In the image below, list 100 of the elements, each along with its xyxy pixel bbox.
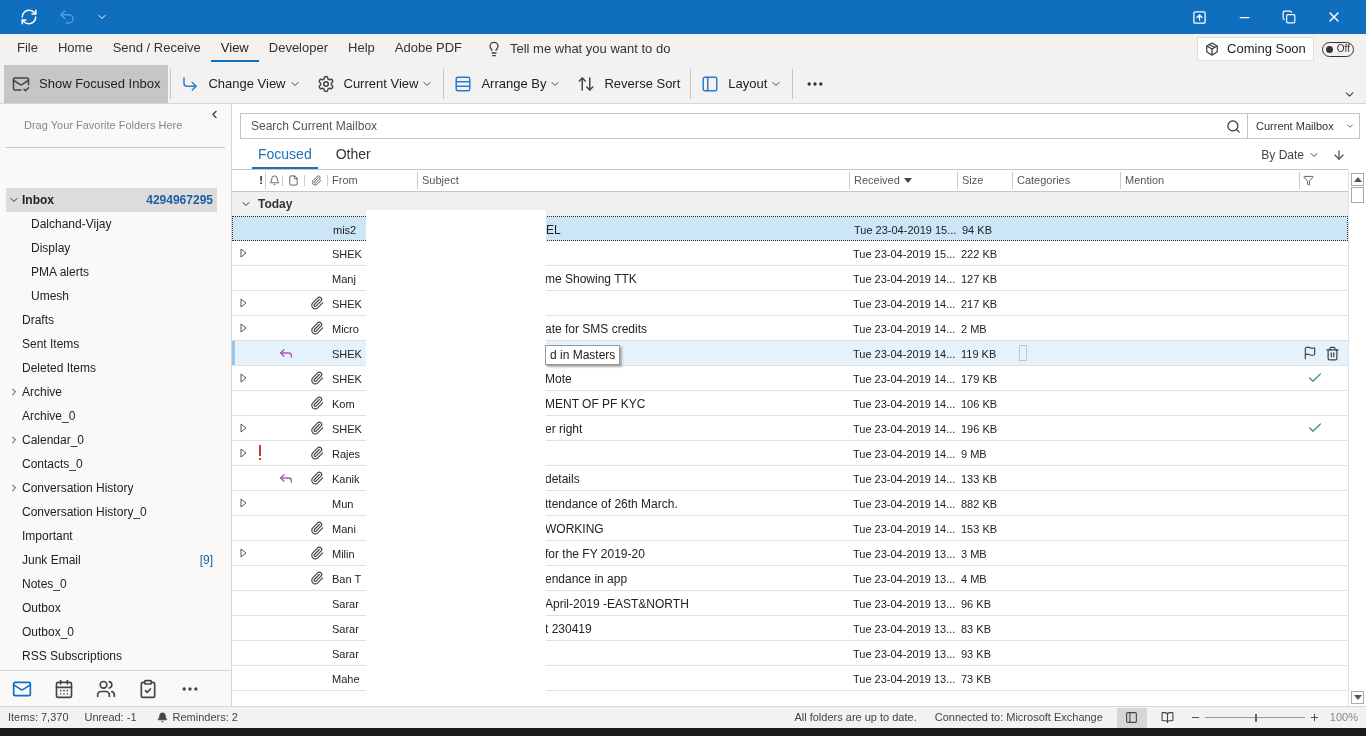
sender-cell: Sarar xyxy=(332,623,359,635)
received-cell: Tue 23-04-2019 14... xyxy=(853,473,956,485)
people-icon[interactable] xyxy=(96,678,116,699)
scope-dropdown[interactable]: Current Mailbox xyxy=(1248,113,1360,139)
folder-item[interactable]: Calendar_0 xyxy=(6,428,217,452)
expand-triangle-icon[interactable] xyxy=(239,323,247,333)
folder-item[interactable]: Deleted Items xyxy=(6,356,217,380)
folder-item[interactable]: Umesh xyxy=(6,284,217,308)
column-header[interactable]: Mention xyxy=(1121,172,1300,189)
column-header[interactable]: Size xyxy=(958,172,1013,189)
zoom-in-icon[interactable] xyxy=(1308,712,1320,723)
subject-cell: ate for SMS credits xyxy=(545,322,648,336)
menu-tab[interactable]: Home xyxy=(47,36,103,62)
ribbon-button[interactable]: Layout xyxy=(693,64,791,103)
folder-item[interactable]: Conversation History_0 xyxy=(6,500,217,524)
subject-cell: ttendance of 26th March. xyxy=(545,497,678,511)
folder-item[interactable]: Junk Email [9] xyxy=(6,548,217,572)
reminders-count[interactable]: Reminders: 2 xyxy=(172,709,238,726)
expand-triangle-icon[interactable] xyxy=(239,423,247,433)
column-header[interactable]: Subject xyxy=(418,172,850,189)
flag-icon[interactable] xyxy=(1303,346,1317,360)
zoom-thumb[interactable] xyxy=(1254,713,1257,722)
scroll-down-button[interactable] xyxy=(1351,691,1364,704)
received-cell: Tue 23-04-2019 13... xyxy=(853,648,956,660)
expand-triangle-icon[interactable] xyxy=(239,498,247,508)
list-tab[interactable]: Other xyxy=(329,141,377,169)
sort-dropdown[interactable]: By Date xyxy=(1261,141,1320,169)
sender-cell: Sarar xyxy=(332,598,359,610)
sender-cell: Kom xyxy=(332,398,355,410)
folder-item[interactable]: RSS Subscriptions xyxy=(6,644,217,668)
sender-cell: Manj xyxy=(332,273,356,285)
zoom-slider[interactable] xyxy=(1204,712,1305,723)
folder-item[interactable]: Inbox 4294967295 xyxy=(6,188,217,212)
column-header[interactable]: From xyxy=(328,172,418,189)
refresh-icon[interactable] xyxy=(20,8,38,26)
restore-icon[interactable] xyxy=(1282,10,1296,24)
reading-view-icon[interactable] xyxy=(1160,711,1174,724)
size-cell: 217 KB xyxy=(961,298,998,310)
menu-tab[interactable]: File xyxy=(7,36,48,62)
list-tab[interactable]: Focused xyxy=(252,141,318,169)
scroll-thumb[interactable] xyxy=(1351,187,1364,203)
column-header[interactable]: Received xyxy=(850,172,958,189)
column-header[interactable]: Categories xyxy=(1013,172,1121,189)
ribbon-button[interactable]: Arrange By xyxy=(446,64,570,103)
folder-item[interactable]: PMA alerts xyxy=(6,260,217,284)
ribbon-button[interactable]: Current View xyxy=(308,64,442,103)
menu-tab[interactable]: View xyxy=(210,36,259,62)
ribbon-button[interactable]: Show Focused Inbox xyxy=(4,64,169,103)
subject-cell: WORKING xyxy=(545,522,604,536)
folder-item[interactable]: Archive xyxy=(6,380,217,404)
ribbon-button[interactable]: Reverse Sort xyxy=(569,64,689,103)
sender-cell: mis2 xyxy=(333,223,357,236)
subject-cell: April-2019 -EAST&NORTH xyxy=(545,597,689,611)
flag-header-icon[interactable] xyxy=(1303,175,1314,186)
folder-item[interactable]: Important xyxy=(6,524,217,548)
tell-me-field[interactable]: Tell me what you want to do xyxy=(510,39,760,59)
connection-status: Connected to: Microsoft Exchange xyxy=(934,710,1103,726)
menu-tab[interactable]: Help xyxy=(338,36,385,62)
folder-item[interactable]: Contacts_0 xyxy=(6,452,217,476)
scroll-up-button[interactable] xyxy=(1351,173,1364,186)
menu-tab[interactable]: Adobe PDF xyxy=(384,36,472,62)
folder-item[interactable]: Archive_0 xyxy=(6,404,217,428)
item-type-header-icon[interactable] xyxy=(288,175,299,186)
folder-item[interactable]: Dalchand-Vijay xyxy=(6,212,217,236)
expand-triangle-icon[interactable] xyxy=(239,448,247,458)
ribbon-button[interactable]: Change View xyxy=(173,64,309,103)
search-icon[interactable] xyxy=(1226,118,1241,134)
menu-tab[interactable]: Developer xyxy=(258,36,339,62)
attachment-icon xyxy=(309,371,324,385)
scrollbar[interactable] xyxy=(1348,169,1366,706)
tasks-icon[interactable] xyxy=(138,678,158,699)
expand-triangle-icon[interactable] xyxy=(239,298,247,308)
size-cell: 153 KB xyxy=(961,523,998,535)
favorites-hint: Drag Your Favorite Folders Here xyxy=(24,118,183,134)
group-header[interactable]: Today xyxy=(232,192,1348,216)
subject-cell: me Showing TTK xyxy=(545,272,637,286)
calendar-icon[interactable] xyxy=(54,678,74,699)
folder-item[interactable]: Sent Items xyxy=(6,332,217,356)
expand-triangle-icon[interactable] xyxy=(239,248,247,258)
delete-icon[interactable] xyxy=(1325,345,1340,361)
normal-view-button[interactable] xyxy=(1116,707,1147,728)
sort-direction-icon[interactable] xyxy=(1332,148,1346,162)
folder-item[interactable]: Notes_0 xyxy=(6,572,217,596)
folder-item[interactable]: Conversation History xyxy=(6,476,217,500)
expand-triangle-icon[interactable] xyxy=(239,548,247,558)
folder-item[interactable]: Outbox xyxy=(6,596,217,620)
folder-item[interactable]: Outbox_0 xyxy=(6,620,217,644)
folder-item[interactable]: Drafts xyxy=(6,308,217,332)
importance-header[interactable]: ! xyxy=(254,172,266,189)
size-cell: 83 KB xyxy=(961,623,991,635)
size-cell: 133 KB xyxy=(961,473,998,485)
coming-soon-button[interactable]: Coming Soon xyxy=(1197,37,1314,61)
ribbon-display-icon[interactable] xyxy=(1192,9,1207,25)
folder-item[interactable]: Display xyxy=(6,236,217,260)
expand-triangle-icon[interactable] xyxy=(239,373,247,383)
attachment-header-icon[interactable] xyxy=(310,175,322,186)
received-cell: Tue 23-04-2019 14... xyxy=(853,323,956,335)
folder-count: [9] xyxy=(199,552,214,569)
menu-tab[interactable]: Send / Receive xyxy=(102,36,211,62)
reminder-header-icon[interactable] xyxy=(268,175,280,186)
